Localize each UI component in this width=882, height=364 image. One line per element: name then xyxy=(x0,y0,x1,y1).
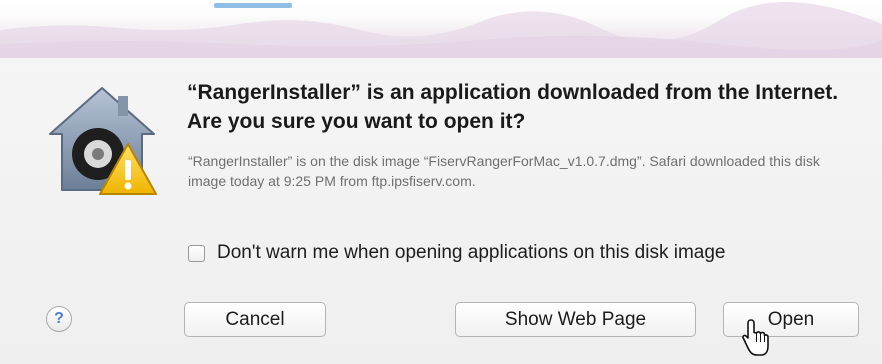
cancel-button[interactable]: Cancel xyxy=(184,302,326,337)
background-tab-highlight xyxy=(214,3,292,8)
hand-pointer-cursor-icon xyxy=(742,319,769,356)
background-window-strip xyxy=(0,0,882,58)
dont-warn-checkbox[interactable] xyxy=(188,244,205,262)
dialog-title: “RangerInstaller” is an application down… xyxy=(187,81,839,133)
dialog-info-text: “RangerInstaller” is on the disk image “… xyxy=(188,153,820,189)
gatekeeper-warning-icon xyxy=(49,87,157,195)
dont-warn-checkbox-label[interactable]: Don't warn me when opening applications … xyxy=(217,242,725,264)
dont-warn-checkbox-row[interactable]: Don't warn me when opening applications … xyxy=(188,242,725,264)
background-strip-shape xyxy=(0,1,882,58)
show-web-page-button[interactable]: Show Web Page xyxy=(455,302,696,337)
help-button[interactable]: ? xyxy=(46,306,72,332)
security-warning-dialog: “RangerInstaller” is an application down… xyxy=(0,0,882,364)
